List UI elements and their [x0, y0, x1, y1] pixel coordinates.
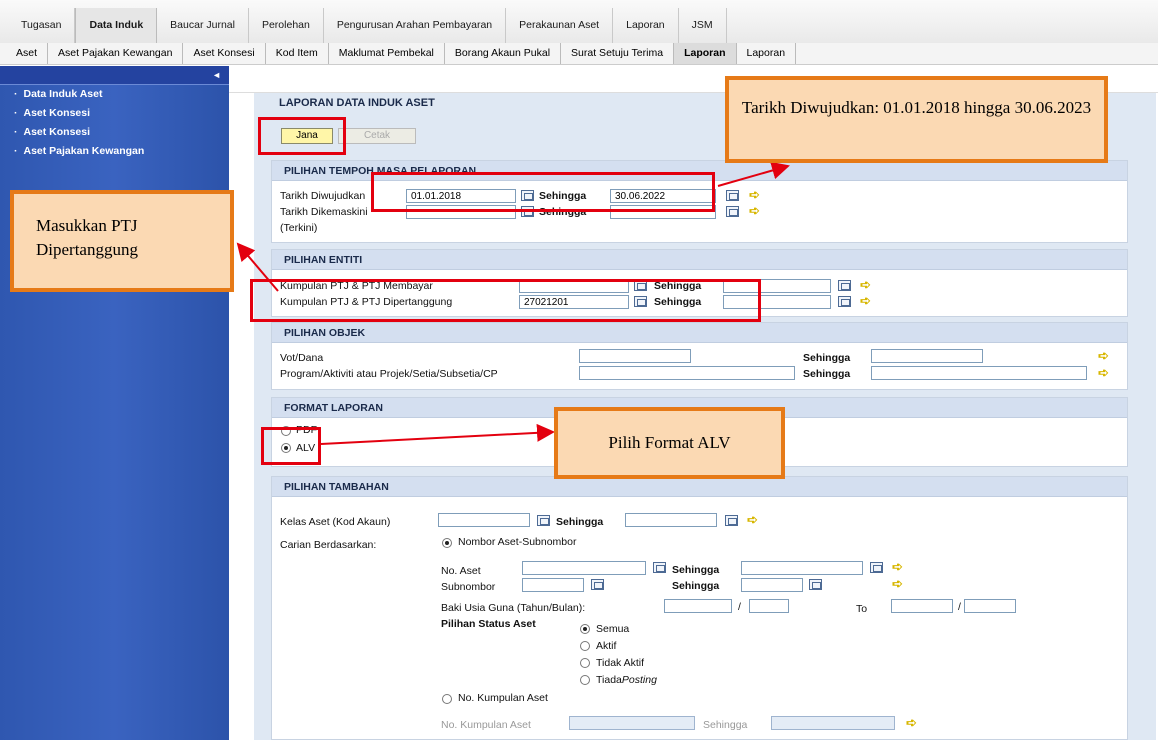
alv-callout: Pilih Format ALV: [554, 407, 785, 479]
tarikh-callout: Tarikh Diwujudkan: 01.01.2018 hingga 30.…: [725, 76, 1108, 163]
ptj-callout: Masukkan PTJ Dipertanggung: [10, 190, 234, 292]
